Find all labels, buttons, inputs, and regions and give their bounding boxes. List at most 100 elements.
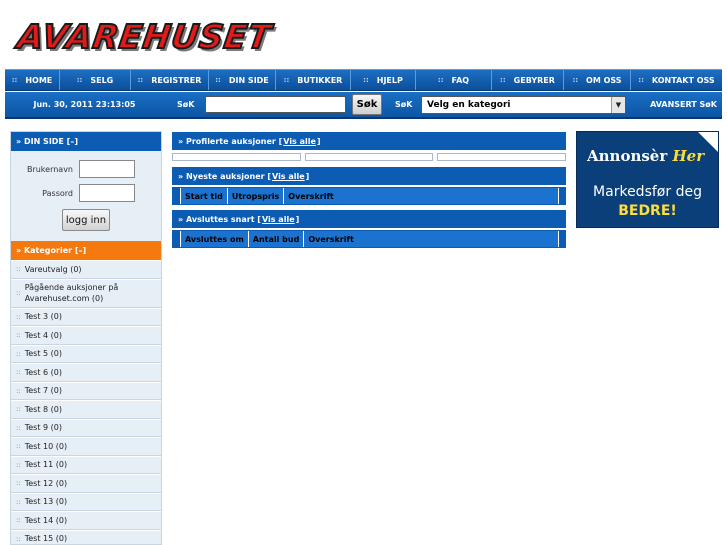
bullet-icon: :: [16,405,21,414]
category-label: Test 15 (0) [24,534,68,544]
ending-view-all-link[interactable]: Vis alle [262,215,295,224]
nav-registrer[interactable]: :: REGISTRER [131,70,209,90]
category-item[interactable]: :: Test 5 (0) [11,344,161,363]
bullet-icon: :: [16,479,21,488]
login-button[interactable]: logg inn [62,209,110,231]
nav-selg[interactable]: :: SELG [60,70,131,90]
username-label: Brukernavn [26,164,73,174]
column-overskrift[interactable]: Overskrift [304,231,559,247]
category-label: Test 13 (0) [24,497,68,507]
advertise-banner[interactable]: Annonsèr Her Markedsfør deg BEDRE! [576,131,719,228]
category-item[interactable]: :: Test 9 (0) [11,418,161,437]
bullet-icon: :: [16,312,21,321]
search-bar: Jun. 30, 2011 23:13:05 SøK Søk SøK Velg … [5,92,722,119]
category-item[interactable]: :: Test 13 (0) [11,492,161,511]
left-sidebar: » DIN SIDE [–] Brukernavn Passord logg i… [10,131,162,545]
bullet-icon: :: [16,331,21,340]
newest-auctions-panel: » Nyeste auksjoner [ Vis alle ] Start ti… [172,167,566,205]
category-item[interactable]: :: Test 10 (0) [11,437,161,456]
ad-tagline-highlight: BEDRE! [618,203,677,219]
bullet-icon: :: [11,76,18,84]
featured-auctions-panel: » Profilerte auksjoner [ Vis alle ] [172,132,567,161]
column-overskrift[interactable]: Overskrift [284,188,559,204]
category-label: Vareutvalg (0) [24,264,82,274]
panel-title: » Nyeste auksjoner [ [178,171,272,181]
nav-din-side[interactable]: :: DIN SIDE [209,70,276,90]
category-item[interactable]: :: Test 6 (0) [11,363,161,382]
category-item[interactable]: :: Test 4 (0) [11,326,161,345]
column-avsluttes-om[interactable]: Avsluttes om [181,231,249,247]
current-datetime: Jun. 30, 2011 23:13:05 [33,100,136,109]
bullet-icon: :: [137,76,144,84]
bullet-icon: :: [215,76,221,84]
column-antall-bud[interactable]: Antall bud [248,231,305,247]
nav-faq[interactable]: :: FAQ [416,70,492,90]
newest-auctions-header: » Nyeste auksjoner [ Vis alle ] [172,167,566,185]
category-label: Test 5 (0) [24,349,62,359]
categories-header[interactable]: » Kategorier [–] [11,241,161,260]
panel-bracket: ] [295,214,300,224]
bullet-icon: :: [283,76,290,84]
category-item[interactable]: :: Test 3 (0) [11,307,161,326]
nav-kontakt-oss[interactable]: :: KONTAKT OSS [631,70,722,90]
category-item[interactable]: :: Test 15 (0) [11,529,161,544]
featured-auctions-header: » Profilerte auksjoner [ Vis alle ] [172,132,566,150]
bullet-icon: :: [500,76,506,84]
category-item[interactable]: :: Test 8 (0) [11,400,161,419]
nav-hjelp[interactable]: :: HJELP [351,70,416,90]
category-item[interactable]: :: Test 14 (0) [11,511,161,530]
chevron-down-icon: ▼ [611,96,625,113]
featured-slot[interactable] [172,153,301,161]
search-input[interactable] [205,96,346,113]
category-select[interactable]: Velg en kategori ▼ [421,95,626,114]
nav-om-oss[interactable]: :: OM OSS [564,70,631,90]
table-gutter [173,231,181,247]
bullet-icon: :: [572,76,579,84]
table-end [559,231,565,247]
featured-slot[interactable] [437,153,567,161]
din-side-header[interactable]: » DIN SIDE [–] [11,132,161,151]
category-label: Test 7 (0) [24,386,62,396]
column-utropspris[interactable]: Utropspris [227,188,285,204]
category-label: Test 12 (0) [24,478,68,488]
bullet-icon: :: [16,368,21,377]
ad-tagline: Markedsfør deg [593,184,702,200]
bullet-icon: :: [16,288,21,297]
nav-gebyrer[interactable]: :: GEBYRER [492,70,564,90]
page: Avarehuset :: HOME :: SELG :: REGISTRER :: D… [0,0,727,545]
category-item[interactable]: :: Vareutvalg (0) [11,260,161,279]
bullet-icon: :: [16,497,21,506]
category-label: Test 14 (0) [24,515,68,525]
nav-label: KONTAKT OSS [651,75,715,85]
category-item[interactable]: :: Test 11 (0) [11,455,161,474]
nav-butikker[interactable]: :: BUTIKKER [276,70,351,90]
username-field[interactable] [79,160,135,178]
nav-home[interactable]: :: HOME [5,70,60,90]
category-item[interactable]: :: Pågående auksjoner på Avarehuset.com (… [11,278,161,308]
password-field[interactable] [79,184,135,202]
newest-table-header: Start tid Utropspris Overskrift [172,187,566,205]
featured-slot[interactable] [304,153,434,161]
advanced-search-link[interactable]: AVANSERT SøK [650,100,717,109]
featured-view-all-link[interactable]: Vis alle [283,137,316,146]
search-button[interactable]: Søk [352,94,382,115]
password-label: Passord [42,188,73,198]
category-label: Test 4 (0) [24,330,62,340]
category-search-label: SøK [395,100,413,109]
category-item[interactable]: :: Test 7 (0) [11,381,161,400]
nav-label: HJELP [376,75,403,85]
site-logo[interactable]: Avarehuset [14,16,275,57]
category-item[interactable]: :: Test 12 (0) [11,474,161,493]
category-select-value: Velg en kategori [427,99,511,110]
bullet-icon: :: [437,76,444,84]
newest-view-all-link[interactable]: Vis alle [272,172,305,181]
category-label: Test 9 (0) [24,423,62,433]
bullet-icon: :: [76,76,83,84]
table-gutter [173,188,181,204]
bullet-icon: :: [16,386,21,395]
column-start-tid[interactable]: Start tid [181,188,228,204]
ad-headline-highlight: Her [672,147,705,165]
ending-soon-panel: » Avsluttes snart [ Vis alle ] Avsluttes… [172,210,566,248]
table-end [559,188,565,204]
nav-label: FAQ [451,75,470,85]
